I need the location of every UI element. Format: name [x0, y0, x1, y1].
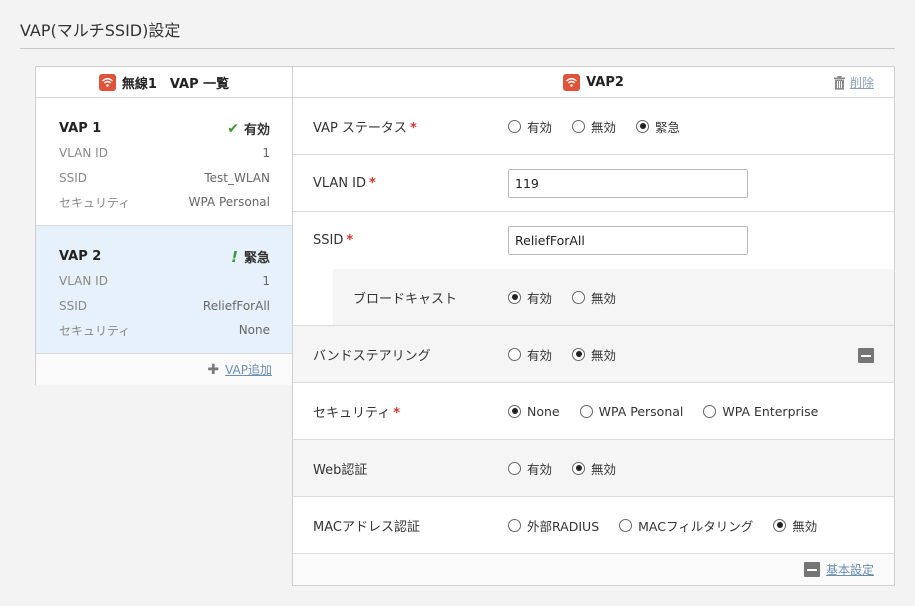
radio-band-steering-disabled[interactable]: 無効	[572, 345, 616, 364]
radio-broadcast-enabled[interactable]: 有効	[508, 288, 552, 307]
row-value: 1	[262, 146, 270, 161]
delete-button[interactable]: 削除	[833, 74, 874, 91]
row-value: None	[238, 323, 270, 338]
vap-name: VAP 2	[59, 249, 102, 264]
trash-icon	[833, 75, 845, 90]
vlan-id-row: VLAN ID *	[293, 155, 894, 212]
radio-vap-status-enabled[interactable]: 有効	[508, 117, 552, 136]
radio-broadcast-disabled[interactable]: 無効	[572, 288, 616, 307]
row-value: ReliefForAll	[202, 298, 270, 313]
field-label: VLAN ID *	[313, 175, 376, 191]
ssid-row: SSID *	[293, 212, 894, 269]
collapse-icon[interactable]	[858, 348, 874, 363]
row-label: SSID	[59, 298, 88, 313]
radio-mac-auth-filtering[interactable]: MACフィルタリング	[619, 516, 753, 535]
title-divider	[20, 48, 895, 49]
field-label: ブロードキャスト	[353, 291, 458, 307]
field-label: Web認証	[313, 462, 368, 478]
status-badge: ✔ 有効	[227, 120, 270, 139]
vap-card-1[interactable]: VAP 1 ✔ 有効 VLAN ID 1 SSID Test_WLAN セキュリティ…	[36, 98, 292, 226]
field-label: セキュリティ *	[313, 405, 401, 421]
row-value: Test_WLAN	[204, 170, 270, 185]
page-title: VAP(マルチSSID)設定	[20, 21, 181, 40]
vap-list-header: 無線1 VAP 一覧	[36, 67, 292, 98]
row-value: 1	[262, 274, 270, 289]
row-label: セキュリティ	[59, 323, 131, 338]
ssid-input[interactable]	[508, 226, 748, 255]
radio-web-auth-enabled[interactable]: 有効	[508, 459, 552, 478]
row-label: VLAN ID	[59, 146, 108, 161]
add-vap-link[interactable]: VAP追加	[225, 361, 272, 378]
radio-mac-auth-radius[interactable]: 外部RADIUS	[508, 516, 599, 535]
vap-name: VAP 1	[59, 121, 102, 136]
vap-list-footer: ✚ VAP追加	[36, 354, 292, 385]
exclamation-icon: !	[231, 247, 238, 266]
minus-icon	[803, 562, 820, 577]
radio-web-auth-disabled[interactable]: 無効	[572, 459, 616, 478]
wifi-icon	[98, 73, 116, 91]
band-steering-row: バンドステアリング 有効 無効	[293, 326, 894, 383]
field-label: SSID *	[313, 233, 354, 248]
vlan-id-input[interactable]	[508, 168, 748, 198]
row-label: VLAN ID	[59, 274, 108, 289]
mac-auth-row: MACアドレス認証 外部RADIUS MACフィルタリング 無効	[293, 497, 894, 554]
row-value: WPA Personal	[188, 195, 270, 210]
security-row: セキュリティ * None WPA Personal WPA Enterprise	[293, 383, 894, 440]
web-auth-row: Web認証 有効 無効	[293, 440, 894, 497]
vap-card-2[interactable]: VAP 2 ! 緊急 VLAN ID 1 SSID ReliefForAll セキュ…	[36, 226, 292, 354]
vap-status-row: VAP ステータス * 有効 無効 緊急	[293, 98, 894, 155]
vap-detail-panel: VAP2 削除 VAP ステータス * 有効 無効 緊急 VLAN ID * 1…	[292, 66, 895, 586]
plus-icon: ✚	[207, 361, 220, 378]
row-label: セキュリティ	[59, 195, 131, 210]
radio-vap-status-emergency[interactable]: 緊急	[636, 117, 680, 136]
status-badge: ! 緊急	[231, 247, 270, 267]
vap-status-radios: 有効 無効 緊急	[508, 117, 700, 136]
wifi-icon	[563, 73, 581, 91]
vap-detail-footer: 基本設定	[293, 554, 894, 585]
radio-vap-status-disabled[interactable]: 無効	[572, 117, 616, 136]
radio-security-wpa-personal[interactable]: WPA Personal	[579, 404, 683, 419]
vap-detail-title: VAP2	[586, 74, 624, 90]
check-icon: ✔	[227, 120, 239, 137]
vap-detail-header: VAP2 削除	[293, 67, 894, 98]
radio-security-wpa-enterprise[interactable]: WPA Enterprise	[703, 404, 818, 419]
row-label: SSID	[59, 170, 88, 185]
vap-list-title: 無線1 VAP 一覧	[121, 76, 230, 92]
basic-settings-link[interactable]: 基本設定	[826, 561, 874, 578]
vap-list-panel: 無線1 VAP 一覧 VAP 1 ✔ 有効 VLAN ID 1 SSID Test_…	[35, 66, 293, 385]
broadcast-row: ブロードキャスト 有効 無効	[293, 269, 894, 326]
field-label: バンドステアリング	[313, 348, 431, 364]
radio-band-steering-enabled[interactable]: 有効	[508, 345, 552, 364]
radio-security-none[interactable]: None	[508, 404, 560, 419]
field-label: MACアドレス認証	[313, 519, 420, 535]
radio-mac-auth-disabled[interactable]: 無効	[773, 516, 817, 535]
field-label: VAP ステータス *	[313, 120, 417, 136]
